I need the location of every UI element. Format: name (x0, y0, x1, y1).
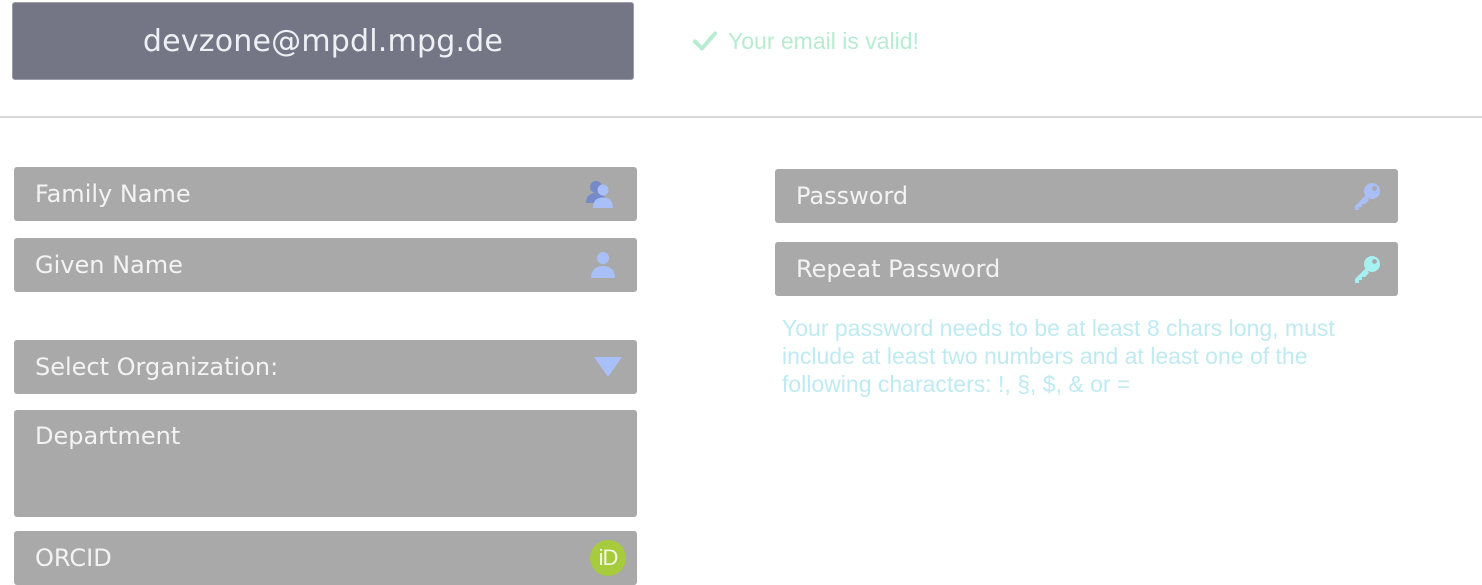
organization-select[interactable]: Select Organization: (14, 340, 637, 394)
family-name-input[interactable]: Family Name (14, 167, 637, 221)
orcid-placeholder: ORCID (35, 544, 112, 572)
orcid-input[interactable]: ORCID iD (14, 531, 637, 585)
department-placeholder: Department (35, 422, 181, 450)
repeat-password-placeholder: Repeat Password (796, 255, 1001, 283)
orcid-badge: iD (590, 540, 626, 576)
email-display[interactable]: devzone@mpdl.mpg.de (12, 2, 634, 80)
registration-form-page: devzone@mpdl.mpg.de Your email is valid!… (0, 0, 1482, 585)
password-input[interactable]: Password (775, 169, 1398, 223)
triangle-down-icon (593, 356, 623, 378)
password-hint: Your password needs to be at least 8 cha… (782, 315, 1335, 397)
department-textarea[interactable]: Department (14, 410, 637, 517)
email-value: devzone@mpdl.mpg.de (142, 23, 504, 59)
organization-placeholder: Select Organization: (35, 353, 279, 381)
key-icon (1351, 253, 1383, 285)
user-icon (589, 250, 617, 280)
family-name-placeholder: Family Name (35, 180, 191, 208)
given-name-input[interactable]: Given Name (14, 238, 637, 292)
password-placeholder: Password (796, 182, 909, 210)
check-icon (692, 28, 718, 54)
email-status-text: Your email is valid! (728, 27, 919, 54)
key-icon (1351, 180, 1383, 212)
section-divider (0, 116, 1482, 118)
email-status: Your email is valid! (692, 26, 919, 56)
given-name-placeholder: Given Name (35, 251, 183, 279)
repeat-password-input[interactable]: Repeat Password (775, 242, 1398, 296)
orcid-icon: iD (590, 540, 626, 576)
users-icon (585, 178, 617, 210)
